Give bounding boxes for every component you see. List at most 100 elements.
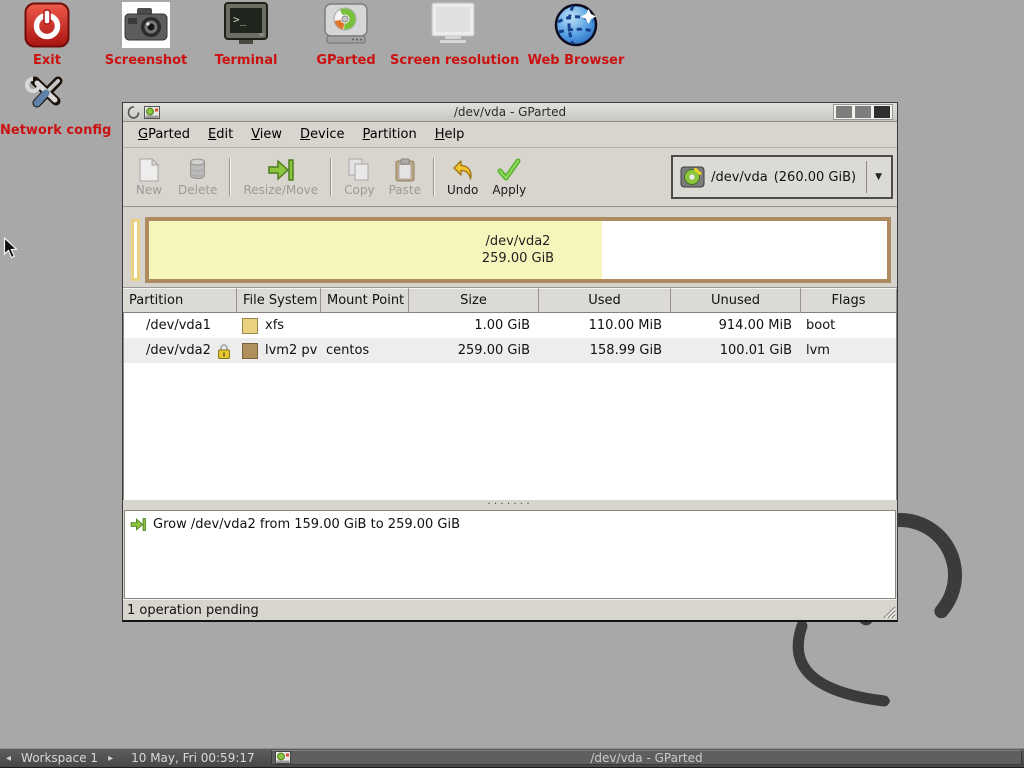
workspace-prev-icon[interactable]: ◂ — [0, 753, 17, 764]
desktop-icon-screenshot[interactable]: Screenshot — [90, 2, 202, 68]
menu-view[interactable]: View — [242, 124, 291, 145]
delete-partition-icon — [189, 158, 206, 182]
workspace-label: Workspace 1 — [17, 751, 102, 765]
flags-value: boot — [802, 318, 897, 333]
gparted-mini-icon — [275, 751, 291, 764]
undo-icon — [451, 158, 475, 182]
desktop-icon-web-browser[interactable]: Web Browser — [516, 2, 636, 68]
minimize-button[interactable] — [836, 106, 852, 118]
undo-button[interactable]: Undo — [440, 156, 485, 199]
window-titlebar[interactable]: /dev/vda - GParted — [123, 103, 897, 122]
apply-icon — [496, 158, 522, 182]
device-disk-icon — [680, 166, 705, 188]
maximize-button[interactable] — [855, 106, 871, 118]
partition-bar-label: /dev/vda2 — [486, 233, 551, 250]
power-icon — [2, 2, 92, 50]
task-button-title: /dev/vda - GParted — [272, 751, 1021, 765]
close-button[interactable] — [874, 106, 890, 118]
desktop-icon-exit[interactable]: Exit — [2, 2, 92, 68]
desktop-icon-gparted[interactable]: GParted — [290, 2, 402, 68]
window-menu-swirl-icon[interactable] — [127, 105, 140, 119]
resize-grip[interactable] — [882, 605, 896, 619]
resize-move-icon — [267, 158, 294, 182]
paste-icon — [395, 158, 415, 182]
menu-edit[interactable]: Edit — [199, 124, 242, 145]
resize-move-button[interactable]: Resize/Move — [236, 156, 325, 199]
partition-visual-vda2[interactable]: /dev/vda2 259.00 GiB — [145, 217, 891, 283]
header-mount-point[interactable]: Mount Point — [321, 288, 409, 313]
fs-color-chip — [242, 318, 258, 334]
table-header: Partition File System Mount Point Size U… — [123, 287, 897, 313]
toolbar: New Delete Resize/Move Copy — [123, 148, 897, 207]
header-flags[interactable]: Flags — [801, 288, 897, 313]
paste-button[interactable]: Paste — [382, 156, 428, 199]
pane-splitter-handle[interactable]: ······· — [123, 500, 897, 510]
grow-operation-icon — [130, 517, 146, 532]
gparted-window: /dev/vda - GParted GParted Edit View Dev… — [122, 102, 898, 622]
desktop-icon-label: Screen resolution — [390, 53, 516, 68]
header-unused[interactable]: Unused — [671, 288, 801, 313]
operation-item[interactable]: Grow /dev/vda2 from 159.00 GiB to 259.00… — [130, 517, 890, 532]
desktop-icon-label: Web Browser — [516, 53, 636, 68]
header-size[interactable]: Size — [409, 288, 539, 313]
gparted-app-icon — [144, 106, 160, 119]
fs-label: xfs — [265, 318, 284, 333]
apply-button[interactable]: Apply — [485, 156, 533, 199]
menu-partition[interactable]: Partition — [354, 124, 426, 145]
size-value: 259.00 GiB — [410, 343, 540, 358]
taskbar-clock: 10 May, Fri 00:59:17 — [127, 751, 259, 765]
device-size: (260.00 GiB) — [774, 170, 856, 185]
toolbar-separator — [330, 158, 332, 196]
fs-label: lvm2 pv — [265, 343, 317, 358]
pending-operations-panel: Grow /dev/vda2 from 159.00 GiB to 259.00… — [124, 510, 896, 599]
new-partition-icon — [139, 158, 159, 182]
partition-name: /dev/vda2 — [146, 343, 211, 358]
toolbar-separator — [433, 158, 435, 196]
device-name: /dev/vda — [711, 170, 768, 185]
desktop-icon-label: GParted — [290, 53, 402, 68]
terminal-icon: >_ — [202, 2, 290, 50]
lock-icon — [217, 343, 231, 359]
unused-value: 914.00 MiB — [672, 318, 802, 333]
copy-icon — [348, 158, 370, 182]
table-row-vda1[interactable]: /dev/vda1 xfs 1.00 GiB 110.00 MiB 914.00… — [124, 313, 896, 338]
menu-device[interactable]: Device — [291, 124, 353, 145]
header-file-system[interactable]: File System — [237, 288, 321, 313]
globe-icon — [516, 2, 636, 50]
desktop-icon-label: Terminal — [202, 53, 290, 68]
copy-button[interactable]: Copy — [337, 156, 381, 199]
statusbar: 1 operation pending — [123, 599, 897, 620]
device-selector[interactable]: /dev/vda (260.00 GiB) ▼ — [671, 155, 893, 199]
desktop-icon-network-config[interactable]: Network config — [0, 72, 94, 138]
unused-value: 100.01 GiB — [672, 343, 802, 358]
desktop-icon-terminal[interactable]: >_ Terminal — [202, 2, 290, 68]
mouse-cursor — [3, 237, 18, 259]
delete-button[interactable]: Delete — [171, 156, 224, 199]
desktop-icon-label: Network config — [0, 123, 94, 138]
chevron-down-icon: ▼ — [873, 172, 884, 182]
new-button[interactable]: New — [127, 156, 171, 199]
header-partition[interactable]: Partition — [123, 288, 237, 313]
task-button-gparted[interactable]: /dev/vda - GParted — [271, 750, 1022, 765]
desktop-icon-label: Screenshot — [90, 53, 202, 68]
workspace-next-icon[interactable]: ▸ — [102, 753, 119, 764]
flags-value: lvm — [802, 343, 897, 358]
table-row-vda2[interactable]: /dev/vda2 lvm2 pv centos 259.00 GiB 158.… — [124, 338, 896, 363]
svg-text:>_: >_ — [233, 13, 247, 26]
header-used[interactable]: Used — [539, 288, 671, 313]
status-text: 1 operation pending — [127, 603, 259, 618]
used-value: 110.00 MiB — [540, 318, 672, 333]
partition-visual-panel: /dev/vda2 259.00 GiB — [123, 207, 897, 287]
operation-text: Grow /dev/vda2 from 159.00 GiB to 259.00… — [153, 517, 460, 532]
menu-gparted[interactable]: GParted — [129, 124, 199, 145]
size-value: 1.00 GiB — [410, 318, 540, 333]
partition-visual-vda1[interactable] — [131, 219, 140, 281]
partition-name: /dev/vda1 — [146, 318, 211, 333]
menubar: GParted Edit View Device Partition Help — [123, 122, 897, 148]
desktop-icon-label: Exit — [2, 53, 92, 68]
desktop-icon-screen-resolution[interactable]: Screen resolution — [390, 2, 516, 68]
menu-help[interactable]: Help — [426, 124, 474, 145]
disk-gauge-icon — [290, 2, 402, 50]
window-title: /dev/vda - GParted — [123, 105, 897, 119]
used-value: 158.99 GiB — [540, 343, 672, 358]
